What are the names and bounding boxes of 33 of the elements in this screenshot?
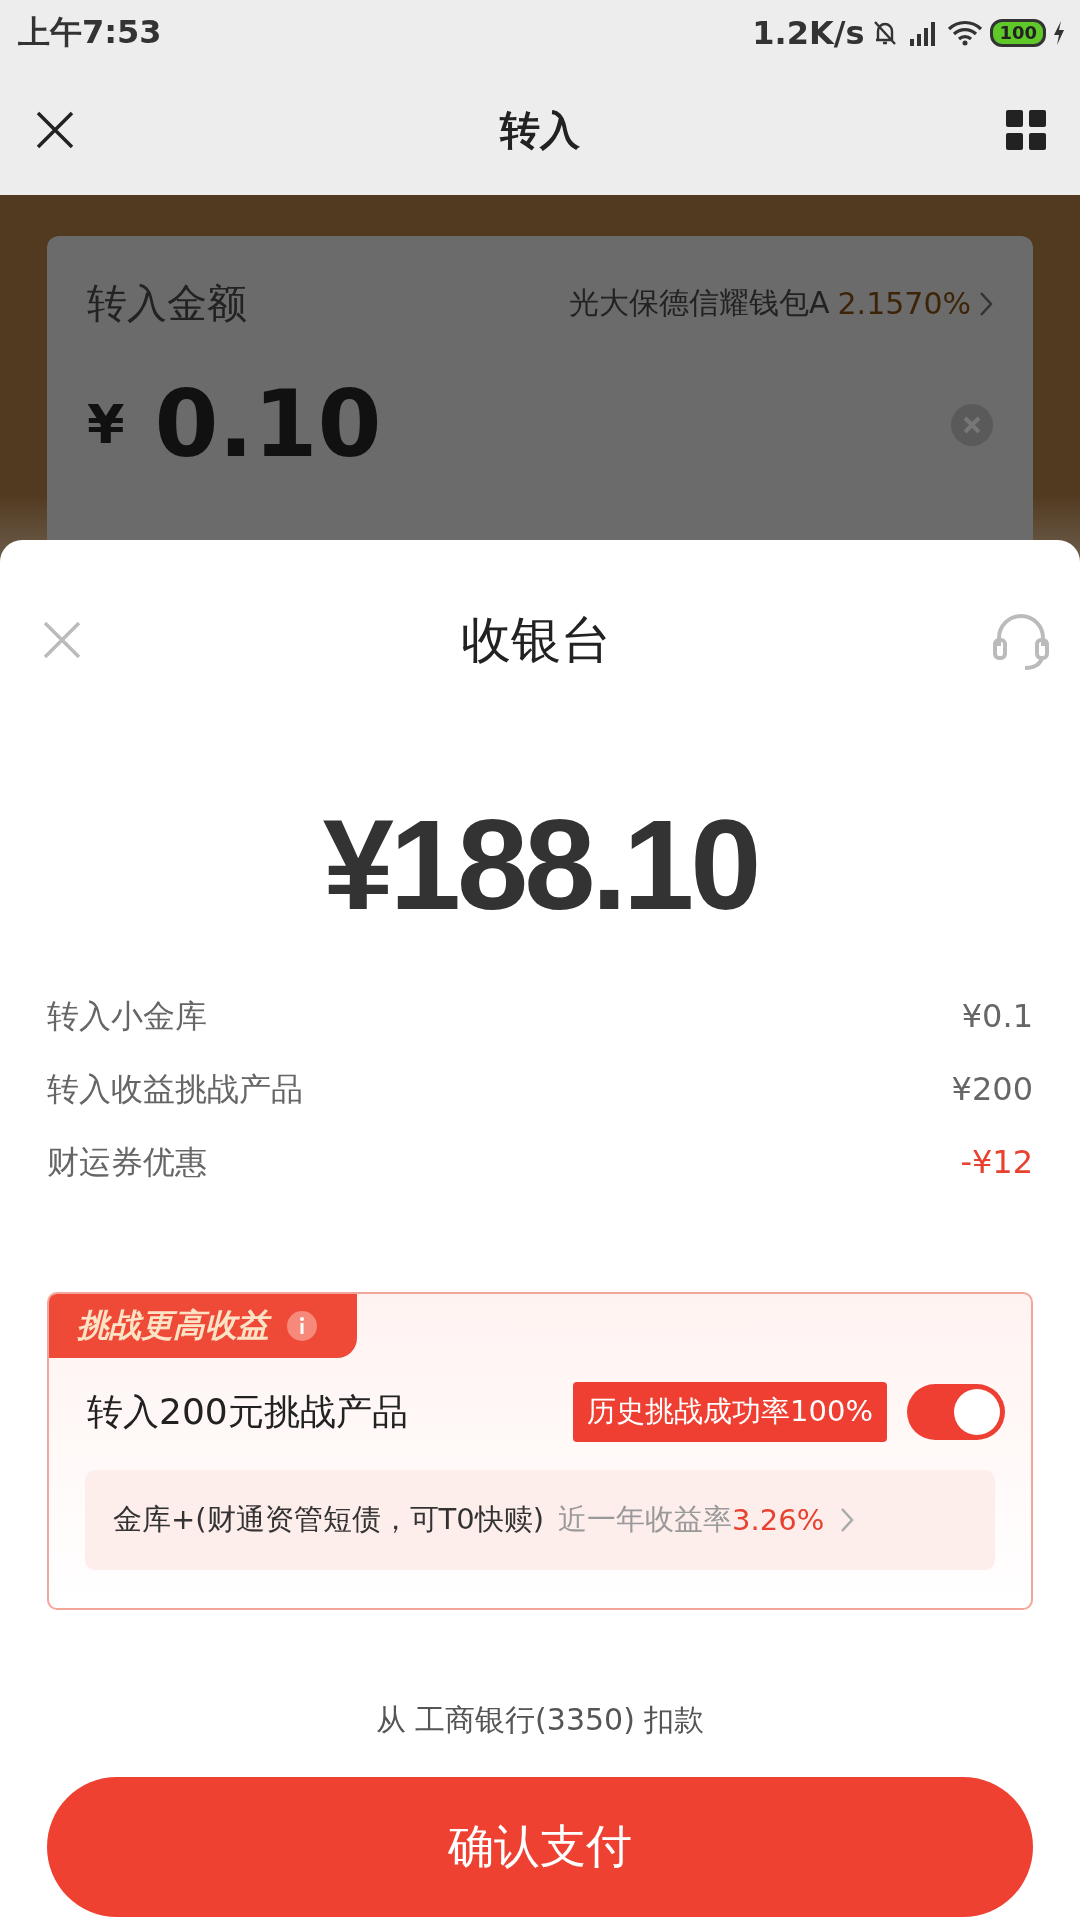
amount-label: 转入金额 — [87, 279, 247, 328]
item-label: 转入小金库 — [47, 996, 207, 1037]
challenge-toggle[interactable] — [907, 1384, 1005, 1440]
success-rate-tooltip: 历史挑战成功率100% — [573, 1382, 887, 1442]
currency-sign: ¥ — [87, 393, 125, 456]
page-title: 转入 — [500, 105, 580, 155]
grid-menu-icon[interactable] — [1006, 110, 1046, 150]
item-amount: ¥0.1 — [961, 996, 1033, 1037]
product-rate-label: 近一年收益率 — [558, 1501, 733, 1538]
total-amount: ¥188.10 — [321, 795, 759, 935]
item-label: 转入收益挑战产品 — [47, 1069, 303, 1110]
wifi-icon — [946, 18, 985, 47]
challenge-label: 转入200元挑战产品 — [87, 1389, 408, 1434]
chevron-right-icon[interactable] — [979, 290, 993, 317]
info-icon[interactable] — [287, 1311, 317, 1341]
payment-source[interactable]: 从 工商银行(3350) 扣款 — [47, 1700, 1033, 1741]
fund-name: 光大保德信耀钱包A — [569, 284, 830, 322]
status-time: 上午7:53 — [18, 11, 162, 53]
sheet-title: 收银台 — [460, 609, 611, 671]
item-amount: ¥200 — [951, 1069, 1033, 1110]
chevron-right-icon — [840, 1507, 855, 1533]
item-label: 财运券优惠 — [47, 1142, 207, 1183]
amount-input[interactable]: 0.10 — [154, 371, 382, 478]
fund-rate: 2.1570% — [837, 286, 971, 321]
confirm-pay-button[interactable]: 确认支付 — [47, 1777, 1033, 1917]
product-rate: 3.26% — [732, 1503, 825, 1537]
product-link[interactable]: 金库+(财通资管短债，可T0快赎) 近一年收益率3.26% — [85, 1470, 995, 1570]
close-icon[interactable] — [36, 111, 74, 149]
item-amount: -¥12 — [960, 1142, 1033, 1183]
charging-icon — [1052, 19, 1066, 46]
product-name: 金库+(财通资管短债，可T0快赎) — [113, 1501, 545, 1538]
network-speed: 1.2K/s — [752, 13, 865, 52]
battery-indicator: 100 — [990, 18, 1046, 47]
